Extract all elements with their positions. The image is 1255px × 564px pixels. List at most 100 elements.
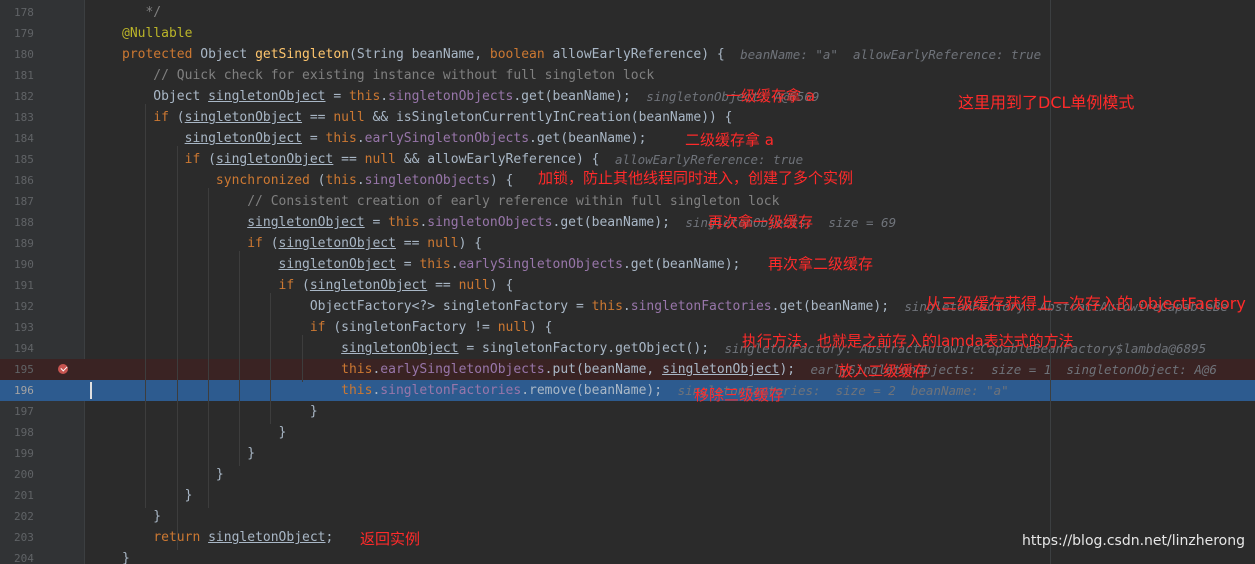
code-line-178[interactable]: 178 */ [0, 2, 1255, 23]
line-number[interactable]: 197 [0, 401, 84, 422]
code-line-187[interactable]: 187 // Consistent creation of early refe… [0, 191, 1255, 212]
line-number[interactable]: 195 [0, 359, 84, 380]
annotation-line-184: 二级缓存拿 a [685, 131, 774, 149]
code-text[interactable]: return singletonObject; [122, 527, 333, 548]
code-line-184[interactable]: 184 singletonObject = this.earlySingleto… [0, 128, 1255, 149]
code-text[interactable]: ObjectFactory<?> singletonFactory = this… [122, 296, 889, 317]
code-line-181[interactable]: 181 // Quick check for existing instance… [0, 65, 1255, 86]
code-line-196[interactable]: 196 this.singletonFactories.remove(beanN… [0, 380, 1255, 401]
line-number[interactable]: 179 [0, 23, 84, 44]
line-number[interactable]: 202 [0, 506, 84, 527]
breakpoint-icon[interactable] [58, 364, 68, 374]
code-text[interactable]: } [122, 548, 130, 564]
line-number[interactable]: 193 [0, 317, 84, 338]
code-text[interactable]: } [122, 485, 193, 506]
code-text[interactable]: // Quick check for existing instance wit… [122, 65, 654, 86]
code-text[interactable]: singletonObject = singletonFactory.getOb… [122, 338, 709, 359]
code-token: == [427, 278, 459, 293]
line-number[interactable]: 189 [0, 233, 84, 254]
code-token: = singletonFactory.getObject(); [458, 341, 710, 356]
code-line-189[interactable]: 189 if (singletonObject == null) { [0, 233, 1255, 254]
code-text[interactable]: this.earlySingletonObjects.put(beanName,… [122, 359, 795, 380]
execution-point-marker [90, 382, 92, 399]
line-number[interactable]: 181 [0, 65, 84, 86]
code-token: .get(beanName); [622, 257, 741, 272]
line-number[interactable]: 192 [0, 296, 84, 317]
code-token: if [184, 152, 209, 167]
code-token: ; [325, 530, 334, 545]
line-number[interactable]: 198 [0, 422, 84, 443]
code-token: boolean [489, 47, 553, 62]
code-text[interactable]: singletonObject = this.earlySingletonObj… [122, 128, 647, 149]
line-number[interactable]: 194 [0, 338, 84, 359]
line-number[interactable]: 178 [0, 2, 84, 23]
code-line-195[interactable]: 195 this.earlySingletonObjects.put(beanN… [0, 359, 1255, 380]
line-number[interactable]: 201 [0, 485, 84, 506]
code-text[interactable]: if (singletonObject == null) { [122, 275, 514, 296]
line-number[interactable]: 203 [0, 527, 84, 548]
code-text[interactable]: singletonObject = this.singletonObjects.… [122, 212, 670, 233]
code-token: } [122, 488, 193, 503]
code-line-202[interactable]: 202 } [0, 506, 1255, 527]
code-line-190[interactable]: 190 singletonObject = this.earlySingleto… [0, 254, 1255, 275]
line-number[interactable]: 191 [0, 275, 84, 296]
line-number[interactable]: 183 [0, 107, 84, 128]
line-number[interactable]: 199 [0, 443, 84, 464]
code-token: . [450, 257, 459, 272]
code-line-200[interactable]: 200 } [0, 464, 1255, 485]
code-line-204[interactable]: 204} [0, 548, 1255, 564]
code-text[interactable]: if (singletonObject == null && allowEarl… [122, 149, 600, 170]
annotation-dcl: 这里用到了DCL单例模式 [958, 93, 1135, 112]
code-line-198[interactable]: 198 } [0, 422, 1255, 443]
line-number[interactable]: 196 [0, 380, 84, 401]
code-line-185[interactable]: 185 if (singletonObject == null && allow… [0, 149, 1255, 170]
code-text[interactable]: } [122, 401, 318, 422]
code-editor[interactable]: 178 */179 @Nullable 180 protected Object ge… [0, 0, 1255, 564]
code-text[interactable]: synchronized (this.singletonObjects) { [122, 170, 513, 191]
code-token: ) { [489, 173, 514, 188]
line-number[interactable]: 180 [0, 44, 84, 65]
code-text[interactable]: } [122, 443, 255, 464]
line-number[interactable]: 185 [0, 149, 84, 170]
code-line-179[interactable]: 179 @Nullable [0, 23, 1255, 44]
code-token: singletonObject [309, 278, 428, 293]
code-text[interactable]: singletonObject = this.earlySingletonObj… [122, 254, 741, 275]
code-token: .get(beanName); [771, 299, 890, 314]
code-line-188[interactable]: 188 singletonObject = this.singletonObje… [0, 212, 1255, 233]
code-token: Object [122, 89, 209, 104]
line-number[interactable]: 188 [0, 212, 84, 233]
code-text[interactable]: Object singletonObject = this.singletonO… [122, 86, 630, 107]
code-text[interactable]: protected Object getSingleton(String bea… [122, 44, 725, 65]
line-number[interactable]: 187 [0, 191, 84, 212]
line-number[interactable]: 200 [0, 464, 84, 485]
code-token: synchronized [215, 173, 318, 188]
code-token: == [395, 236, 428, 251]
code-text[interactable]: if (singletonFactory != null) { [122, 317, 553, 338]
watermark: https://blog.csdn.net/linzherong [1021, 533, 1245, 549]
code-token: this [341, 383, 373, 398]
code-text[interactable]: @Nullable [122, 23, 192, 44]
code-text[interactable]: if (singletonObject == null && isSinglet… [122, 107, 732, 128]
line-number[interactable]: 182 [0, 86, 84, 107]
line-number[interactable]: 184 [0, 128, 84, 149]
code-line-199[interactable]: 199 } [0, 443, 1255, 464]
code-token: singletonObject [215, 152, 334, 167]
code-token: protected [122, 47, 201, 62]
code-text[interactable]: this.singletonFactories.remove(beanName)… [122, 380, 662, 401]
line-number[interactable]: 186 [0, 170, 84, 191]
code-text[interactable]: // Consistent creation of early referenc… [122, 191, 779, 212]
line-number[interactable]: 204 [0, 548, 84, 564]
code-text[interactable]: } [122, 506, 161, 527]
code-text[interactable]: */ [122, 2, 161, 23]
line-number[interactable]: 190 [0, 254, 84, 275]
code-line-197[interactable]: 197 } [0, 401, 1255, 422]
code-line-180[interactable]: 180 protected Object getSingleton(String … [0, 44, 1255, 65]
code-text[interactable]: } [122, 422, 287, 443]
indent-guide [270, 293, 272, 424]
code-line-201[interactable]: 201 } [0, 485, 1255, 506]
